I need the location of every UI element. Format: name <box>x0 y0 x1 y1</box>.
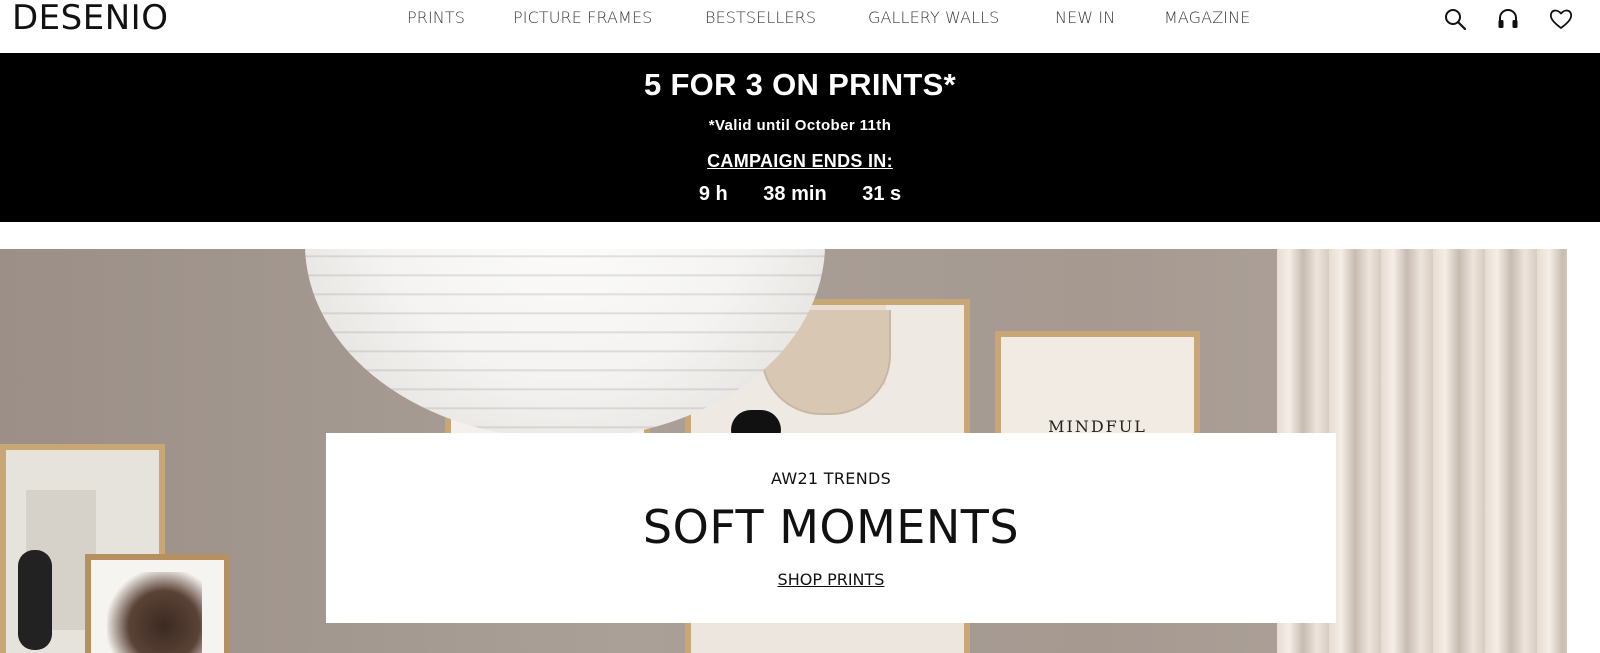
nav-item-prints[interactable]: PRINTS <box>407 8 465 27</box>
headset-icon[interactable] <box>1495 6 1521 32</box>
hero-title: SOFT MOMENTS <box>642 500 1020 554</box>
countdown-seconds: 31 s <box>862 183 902 205</box>
nav-item-magazine[interactable]: MAGAZINE <box>1164 8 1250 27</box>
hero-frame-palm <box>85 554 230 653</box>
countdown-minutes: 38 min <box>763 183 827 205</box>
nav-item-picture-frames[interactable]: PICTURE FRAMES <box>513 8 652 27</box>
heart-icon[interactable] <box>1548 6 1574 32</box>
hero-kicker: AW21 TRENDS <box>770 469 892 488</box>
promo-validity: *Valid until October 11th <box>708 117 892 134</box>
nav-item-new-in[interactable]: NEW IN <box>1055 8 1115 27</box>
nav-item-gallery-walls[interactable]: GALLERY WALLS <box>868 8 999 27</box>
header-icons <box>1442 6 1582 32</box>
nav-item-bestsellers[interactable]: BESTSELLERS <box>705 8 816 27</box>
shop-prints-link[interactable]: SHOP PRINTS <box>778 570 885 589</box>
countdown-hours: 9 h <box>698 183 728 205</box>
campaign-ends-label: CAMPAIGN ENDS IN: <box>707 151 893 171</box>
main-nav: PRINTS PICTURE FRAMES BESTSELLERS GALLER… <box>0 8 1600 32</box>
search-icon[interactable] <box>1442 6 1468 32</box>
hero-cta-wrap: SHOP PRINTS <box>326 570 1336 590</box>
promo-banner[interactable]: 5 FOR 3 ON PRINTS* *Valid until October … <box>0 53 1600 222</box>
countdown-timer: 9 h 38 min 31 s <box>0 183 1600 206</box>
hero-card: AW21 TRENDS SOFT MOMENTS SHOP PRINTS <box>326 433 1336 623</box>
promo-title: 5 FOR 3 ON PRINTS* <box>643 67 956 102</box>
site-header: DESENIO PRINTS PICTURE FRAMES BESTSELLER… <box>0 0 1600 53</box>
